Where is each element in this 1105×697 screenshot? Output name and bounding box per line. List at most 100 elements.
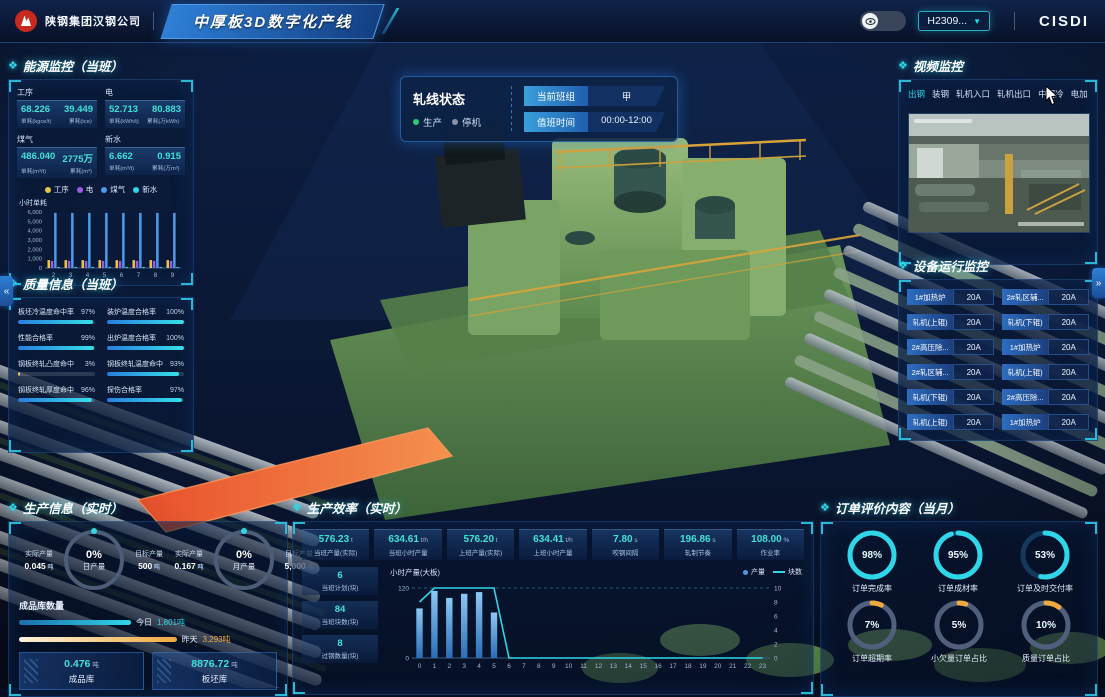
efficiency-stat-unit: s xyxy=(633,537,638,544)
energy-value: 80.883 xyxy=(152,104,181,115)
quality-item-row: 装炉温度合格率 100% xyxy=(107,307,184,317)
devices-panel-title-text: 设备运行监控 xyxy=(913,256,988,275)
svg-text:12: 12 xyxy=(595,663,603,670)
device-item[interactable]: 2#高压除...20A xyxy=(1002,389,1089,405)
device-item[interactable]: 轧机(下辊)20A xyxy=(1002,314,1089,330)
efficiency-stat-card: 576.20 t上班产量(实际) xyxy=(447,529,514,560)
stock-cards: 0.476吨成品库8876.72吨板坯库 xyxy=(19,652,277,690)
device-current-value: 20A xyxy=(953,389,994,405)
heat-number-select[interactable]: H2309... ▼ xyxy=(918,11,990,31)
stock-bar-label: 昨天 xyxy=(182,634,198,645)
side-card-value: 84 xyxy=(302,604,378,615)
device-item[interactable]: 轧机(下辊)20A xyxy=(907,389,994,405)
side-card-value: 8 xyxy=(302,638,378,649)
decor-slash xyxy=(382,8,400,34)
energy-card-units: 单耗(m³/t)累耗(m³) xyxy=(21,166,93,175)
device-item[interactable]: 轧机(上辊)20A xyxy=(907,414,994,430)
left-collapse-handle[interactable]: « xyxy=(0,276,13,306)
efficiency-stat-value: 576.20 t xyxy=(447,534,514,545)
quality-label: 装炉温度合格率 xyxy=(107,307,156,317)
energy-value: 0.915 xyxy=(157,151,181,162)
device-name: 轧机(下辊) xyxy=(907,389,953,405)
device-current-value: 20A xyxy=(953,289,994,305)
stock-bar-fill xyxy=(19,637,177,642)
quality-item: 板坯冷温度命中率97% xyxy=(18,307,95,324)
energy-card-box: 486.0402775万单耗(m³/t)累耗(m³) xyxy=(17,147,97,178)
state-dot-icon xyxy=(452,119,458,125)
efficiency-panel-title: ❖ 生产效率（实时） xyxy=(292,498,814,517)
device-item[interactable]: 1#加热炉20A xyxy=(1002,339,1089,355)
production-panel-title: ❖ 生产信息（实时） xyxy=(8,498,288,517)
stat-value: 0.045 吨 xyxy=(19,561,59,571)
device-item[interactable]: 2#轧区辅...20A xyxy=(907,364,994,380)
device-item[interactable]: 2#高压除...20A xyxy=(907,339,994,355)
order-donut-label: 订单成材率 xyxy=(938,583,978,594)
efficiency-stat-card: 576.23 t当班产量(实际) xyxy=(302,529,369,560)
line-state: 停机 xyxy=(452,115,481,129)
efficiency-panel-title-text: 生产效率（实时） xyxy=(307,498,407,517)
device-current-value: 20A xyxy=(1048,364,1089,380)
device-item[interactable]: 2#轧区辅...20A xyxy=(1002,289,1089,305)
quality-item-row: 钢板终轧温度命中93% xyxy=(107,359,184,369)
production-info-panel: ❖ 生产信息（实时） 实际产量0.045 吨0%日产量目标产量500 吨实际产量… xyxy=(8,498,288,697)
order-donut: 53%订单及时交付率 xyxy=(1017,528,1073,594)
stock-bars: 今日1,801吨昨天3,293吨 xyxy=(19,617,277,645)
camera-tab[interactable]: 轧机出口 xyxy=(997,88,1031,103)
quality-label: 钢板终轧温度命中 xyxy=(107,359,163,369)
device-item[interactable]: 1#加热炉20A xyxy=(907,289,994,305)
device-item[interactable]: 1#加热炉20A xyxy=(1002,414,1089,430)
efficiency-panel: ❖ 生产效率（实时） 576.23 t当班产量(实际) 634.61 t/h 当班小… xyxy=(292,498,814,695)
svg-text:0: 0 xyxy=(774,656,778,663)
stat-unit: 吨 xyxy=(196,565,204,571)
efficiency-stat-label: 当班小时产量 xyxy=(374,547,441,557)
legend-item: 块数 xyxy=(773,567,802,577)
top-bar: 陕钢集团汉钢公司 中厚板3D数字化产线 H2309... ▼ CISDI xyxy=(0,0,1105,43)
efficiency-stat-card: 7.80 s咬钢间隔 xyxy=(592,529,659,560)
gauge-ring: 0%日产量 xyxy=(64,530,124,590)
energy-unit: 单耗(kWh/t) xyxy=(109,116,139,125)
efficiency-stat-label: 上班小时产量 xyxy=(519,547,586,557)
camera-tab[interactable]: 轧机入口 xyxy=(956,88,990,103)
energy-card: 电52.71380.883单耗(kWh/t)累耗(万kWh) xyxy=(105,87,185,128)
energy-unit: 单耗(m³/t) xyxy=(109,163,134,172)
diamond-icon: ❖ xyxy=(820,501,830,514)
svg-text:5: 5 xyxy=(492,663,496,670)
chevron-down-icon: ▼ xyxy=(973,17,981,26)
quality-percent: 100% xyxy=(166,335,184,342)
efficiency-stat-card: 634.61 t/h 当班小时产量 xyxy=(374,529,441,560)
svg-text:9: 9 xyxy=(552,663,556,670)
diamond-icon: ❖ xyxy=(8,501,18,514)
device-item[interactable]: 轧机(上辊)20A xyxy=(907,314,994,330)
camera-tab[interactable]: 出钢 xyxy=(908,88,925,103)
energy-unit: 累耗(万m³) xyxy=(152,163,180,172)
svg-text:5%: 5% xyxy=(952,620,967,631)
output-chart-title: 小时产量(大板) xyxy=(390,567,804,578)
visibility-toggle[interactable] xyxy=(860,11,906,31)
camera-tab[interactable]: 装钢 xyxy=(932,88,949,103)
svg-text:2,000: 2,000 xyxy=(27,247,42,253)
efficiency-stat-value: 634.61 t/h xyxy=(374,534,441,545)
stock-card-unit: 吨 xyxy=(92,662,99,669)
legend-dot-icon xyxy=(101,187,107,193)
legend-label: 新水 xyxy=(142,184,157,195)
quality-percent: 100% xyxy=(166,309,184,316)
energy-chart-svg: 6,0005,0004,0003,0002,0001,000023456789 xyxy=(17,208,187,284)
quality-bar-fill xyxy=(18,398,92,402)
stock-bar-fill xyxy=(19,620,131,625)
legend-item: 工序 xyxy=(45,184,69,195)
right-collapse-handle[interactable]: » xyxy=(1092,268,1105,298)
gauge-label: 月产量 xyxy=(233,561,256,572)
device-current-value: 20A xyxy=(953,314,994,330)
legend-label: 产量 xyxy=(751,567,765,577)
device-name: 轧机(下辊) xyxy=(1002,314,1048,330)
stock-bar-value: 1,801吨 xyxy=(157,617,185,628)
efficiency-stat-card: 108.00 %作业率 xyxy=(737,529,804,560)
device-item[interactable]: 轧机(上辊)20A xyxy=(1002,364,1089,380)
donut-ring: 7% xyxy=(845,598,899,652)
quality-bar-track xyxy=(18,398,95,402)
header-divider xyxy=(153,12,154,30)
camera-tab[interactable]: 电加热 xyxy=(1071,88,1088,103)
stock-card-unit: 吨 xyxy=(231,662,238,669)
video-thumbnail[interactable] xyxy=(908,113,1090,233)
svg-text:3,000: 3,000 xyxy=(27,238,42,244)
